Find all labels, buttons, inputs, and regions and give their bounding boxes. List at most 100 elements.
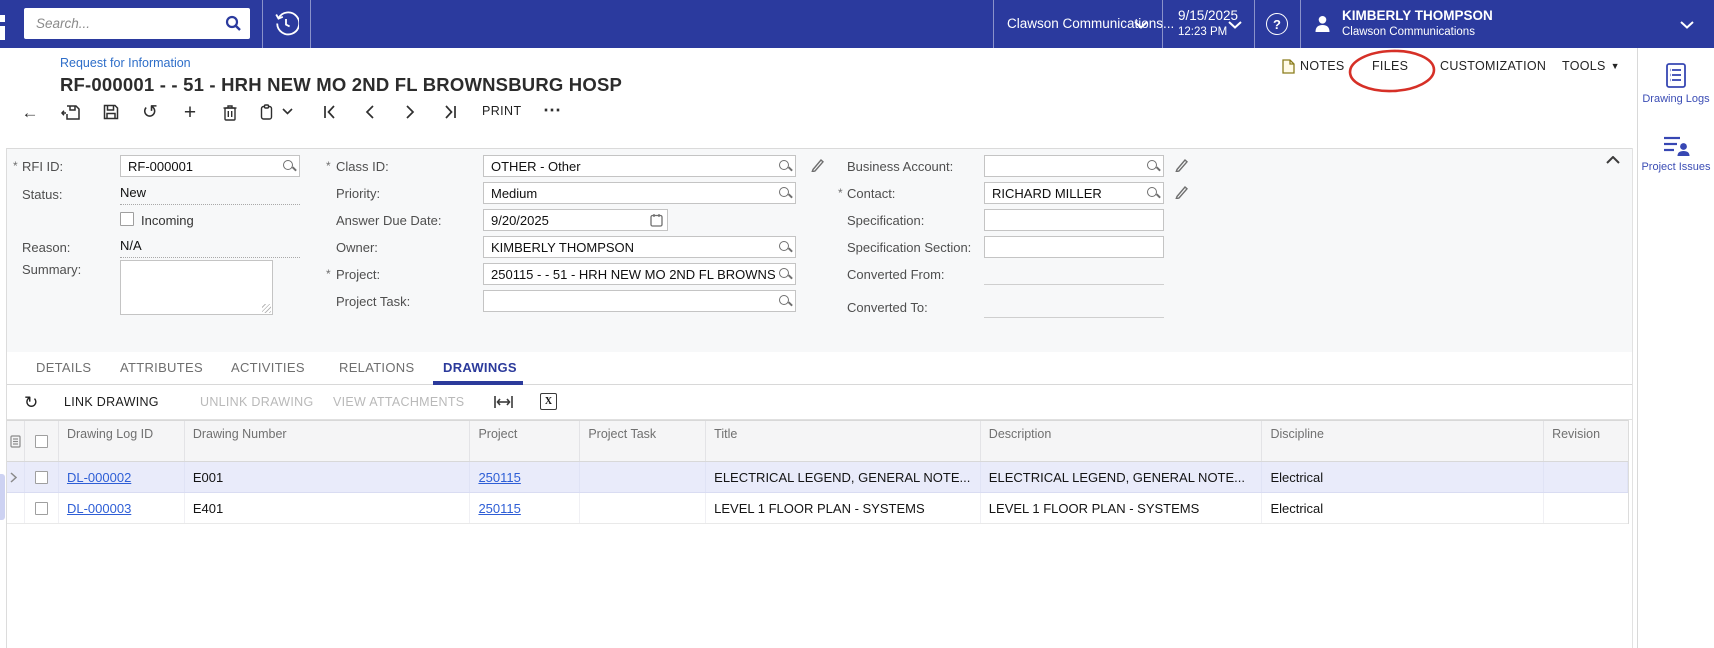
next-record-button[interactable] [398, 100, 422, 124]
column-header-drawing-log-id[interactable]: Drawing Log ID [59, 421, 185, 461]
customization-button[interactable]: CUSTOMIZATION [1440, 59, 1546, 73]
chevron-down-icon[interactable] [1228, 21, 1242, 29]
business-account-field[interactable] [984, 155, 1164, 177]
tab-relations[interactable]: RELATIONS [339, 360, 414, 375]
select-all-checkbox[interactable] [34, 435, 48, 448]
column-header-description[interactable]: Description [981, 421, 1263, 461]
edit-pencil-icon[interactable] [1174, 184, 1188, 199]
owner-field[interactable]: KIMBERLY THOMPSON [483, 236, 796, 258]
row-checkbox[interactable] [34, 501, 48, 515]
specification-section-field[interactable] [984, 236, 1164, 258]
company-selector[interactable]: Clawson Communications... [1007, 16, 1174, 31]
files-button[interactable]: FILES [1372, 59, 1408, 73]
go-back-button[interactable]: ← [18, 100, 42, 124]
notes-icon[interactable] [1282, 59, 1295, 74]
tab-activities[interactable]: ACTIVITIES [231, 360, 305, 375]
side-panel-handle[interactable] [0, 474, 5, 520]
resize-handle[interactable] [262, 304, 271, 313]
project-task-field[interactable] [483, 290, 796, 312]
column-header-project[interactable]: Project [470, 421, 581, 461]
link-drawing-button[interactable]: LINK DRAWING [64, 395, 159, 409]
answer-due-date-field[interactable]: 9/20/2025 [483, 209, 668, 231]
edit-pencil-icon[interactable] [810, 157, 824, 172]
more-actions-button[interactable]: ⋯ [540, 98, 564, 122]
export-to-excel-icon[interactable]: X [540, 393, 557, 410]
drawing-log-id-link[interactable]: DL-000003 [67, 501, 131, 516]
undo-button[interactable]: ↺ [138, 100, 162, 124]
select-all-column[interactable] [25, 421, 59, 461]
side-panel-item-project-issues[interactable]: Project Issues [1638, 135, 1714, 173]
project-field[interactable]: 250115 - - 51 - HRH NEW MO 2ND FL BROWNS… [483, 263, 796, 285]
copy-paste-dropdown-icon[interactable] [282, 108, 293, 115]
lookup-icon[interactable] [779, 267, 789, 278]
rfi-id-field[interactable]: RF-000001 [120, 155, 300, 177]
collapse-form-icon[interactable] [1606, 156, 1620, 164]
grid-refresh-icon[interactable]: ↻ [24, 393, 38, 413]
summary-textarea[interactable] [120, 260, 273, 315]
project-link[interactable]: 250115 [478, 501, 520, 516]
drawing-log-id-link[interactable]: DL-000002 [67, 470, 131, 485]
lookup-icon[interactable] [1147, 186, 1157, 197]
save-button[interactable] [99, 100, 123, 124]
project-task-cell [580, 493, 707, 523]
column-header-revision[interactable]: Revision [1544, 421, 1628, 461]
fit-width-icon[interactable] [494, 396, 513, 408]
print-button[interactable]: PRINT [482, 104, 522, 118]
business-time-value[interactable]: 12:23 PM [1178, 26, 1227, 38]
project-label: Project: [336, 267, 381, 282]
lookup-icon[interactable] [1147, 159, 1157, 170]
save-and-close-button[interactable] [58, 100, 82, 124]
first-record-button[interactable] [318, 100, 342, 124]
logo-sliver [0, 26, 5, 40]
edit-pencil-icon[interactable] [1174, 157, 1188, 172]
user-company[interactable]: Clawson Communications [1342, 26, 1475, 38]
row-select-cell[interactable] [25, 462, 59, 492]
global-search[interactable] [24, 8, 250, 39]
search-input[interactable] [34, 15, 225, 32]
unlink-drawing-button[interactable]: UNLINK DRAWING [200, 395, 313, 409]
tools-button[interactable]: TOOLS ▼ [1562, 59, 1620, 73]
tab-attributes[interactable]: ATTRIBUTES [120, 360, 203, 375]
row-select-cell[interactable] [25, 493, 59, 523]
column-header-project-task[interactable]: Project Task [580, 421, 707, 461]
project-link[interactable]: 250115 [478, 470, 520, 485]
table-row[interactable]: DL-000003 E401 250115 LEVEL 1 FLOOR PLAN… [7, 493, 1628, 524]
chevron-down-icon[interactable] [1134, 21, 1148, 29]
search-icon[interactable] [225, 15, 242, 32]
lookup-icon[interactable] [283, 159, 293, 170]
lookup-icon[interactable] [779, 294, 789, 305]
chevron-down-icon[interactable] [1680, 21, 1694, 29]
row-checkbox[interactable] [34, 470, 48, 484]
notes-button[interactable]: NOTES [1300, 59, 1345, 73]
table-row[interactable]: DL-000002 E001 250115 ELECTRICAL LEGEND,… [7, 462, 1628, 493]
grid-settings-icon[interactable] [7, 421, 25, 461]
lookup-icon[interactable] [779, 240, 789, 251]
priority-field[interactable]: Medium [483, 182, 796, 204]
specification-field[interactable] [984, 209, 1164, 231]
user-name[interactable]: KIMBERLY THOMPSON [1342, 8, 1493, 23]
view-attachments-button[interactable]: VIEW ATTACHMENTS [333, 395, 464, 409]
tab-drawings[interactable]: DRAWINGS [443, 360, 517, 375]
lookup-icon[interactable] [779, 186, 789, 197]
calendar-icon[interactable] [650, 213, 663, 227]
column-header-title[interactable]: Title [706, 421, 981, 461]
column-header-drawing-number[interactable]: Drawing Number [185, 421, 471, 461]
help-icon[interactable]: ? [1266, 13, 1288, 35]
class-id-field[interactable]: OTHER - Other [483, 155, 796, 177]
breadcrumb[interactable]: Request for Information [60, 56, 191, 70]
incoming-checkbox[interactable] [120, 212, 134, 226]
last-record-button[interactable] [438, 100, 462, 124]
previous-record-button[interactable] [358, 100, 382, 124]
user-avatar-icon[interactable] [1312, 13, 1333, 34]
column-header-discipline[interactable]: Discipline [1262, 421, 1545, 461]
lookup-icon[interactable] [779, 159, 789, 170]
delete-button[interactable] [218, 100, 242, 124]
logo-sliver [0, 15, 5, 22]
contact-field[interactable]: RICHARD MILLER [984, 182, 1164, 204]
copy-paste-button[interactable] [254, 100, 278, 124]
side-panel-item-drawing-logs[interactable]: Drawing Logs [1638, 62, 1714, 105]
add-new-button[interactable]: + [178, 100, 202, 124]
business-date-icon[interactable] [273, 11, 299, 37]
side-panel-label: Drawing Logs [1642, 93, 1710, 105]
tab-details[interactable]: DETAILS [36, 360, 91, 375]
